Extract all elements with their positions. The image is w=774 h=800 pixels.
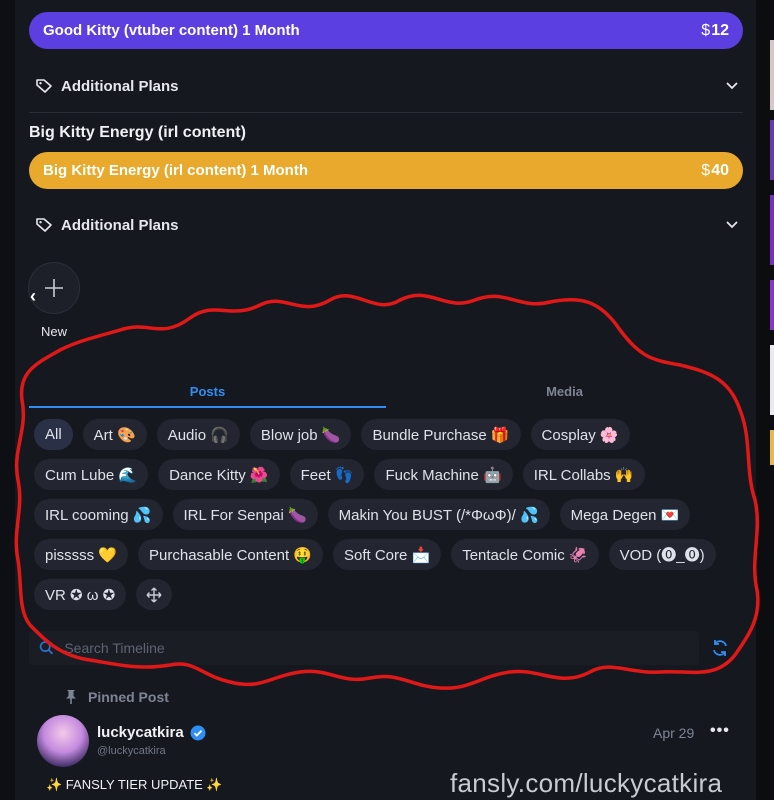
username: luckycatkira xyxy=(97,724,184,741)
post-date: Apr 29 xyxy=(653,725,695,741)
plus-icon xyxy=(45,279,63,297)
chevron-down-icon xyxy=(726,82,738,90)
plan-price: $40 xyxy=(701,161,729,179)
post-text: ✨ FANSLY TIER UPDATE ✨ xyxy=(46,777,223,792)
edge-thumb-3 xyxy=(770,195,774,265)
chevron-down-icon xyxy=(726,221,738,229)
tag-chip[interactable]: Dance Kitty 🌺 xyxy=(158,459,280,490)
edge-thumb-2 xyxy=(770,120,774,180)
reorder-tags-button[interactable] xyxy=(136,579,173,610)
tag-chip[interactable]: pisssss 💛 xyxy=(34,539,129,570)
tag-chip[interactable]: Cosplay 🌸 xyxy=(530,419,630,450)
plan-price: $12 xyxy=(701,21,729,39)
tag-chip[interactable]: All xyxy=(34,419,73,450)
tag-chip[interactable]: IRL For Senpai 🍆 xyxy=(172,499,318,530)
right-gutter xyxy=(756,0,774,800)
search-input[interactable] xyxy=(62,639,689,657)
verified-badge-icon xyxy=(190,725,206,740)
plan-label: Good Kitty (vtuber content) 1 Month xyxy=(43,22,300,39)
tag-chip[interactable]: VOD (⓿_⓿) xyxy=(608,539,716,570)
edge-thumb-4 xyxy=(770,280,774,330)
edge-thumb-5 xyxy=(770,345,774,415)
refresh-icon[interactable] xyxy=(710,638,730,658)
tag-chip[interactable]: Cum Lube 🌊 xyxy=(34,459,149,490)
tag-chip[interactable]: Bundle Purchase 🎁 xyxy=(361,419,521,450)
subscribe-plan-button[interactable]: Big Kitty Energy (irl content) 1 Month $… xyxy=(29,152,743,189)
tag-chip[interactable]: Fuck Machine 🤖 xyxy=(374,459,513,490)
tag-chip[interactable]: IRL Collabs 🙌 xyxy=(522,459,645,490)
new-story-label: New xyxy=(41,324,68,339)
additional-plans-label: Additional Plans xyxy=(61,216,179,234)
additional-plans-toggle[interactable]: Additional Plans xyxy=(29,68,743,104)
tag-chip[interactable]: Audio 🎧 xyxy=(156,419,240,450)
pinned-post-label: Pinned Post xyxy=(88,689,169,705)
edge-thumb-6 xyxy=(770,430,774,465)
post-author[interactable]: luckycatkira xyxy=(97,724,206,741)
tag-filter-list: All Art 🎨 Audio 🎧 Blow job 🍆 Bundle Purc… xyxy=(34,419,746,610)
move-icon xyxy=(146,587,162,602)
tag-chip[interactable]: Soft Core 📩 xyxy=(332,539,442,570)
avatar[interactable] xyxy=(37,715,89,767)
subscribe-plan-button[interactable]: Good Kitty (vtuber content) 1 Month $12 xyxy=(29,12,743,49)
pin-icon xyxy=(66,690,76,704)
more-options-icon[interactable]: ••• xyxy=(710,722,730,740)
tag-chip[interactable]: Art 🎨 xyxy=(82,419,147,450)
tag-chip[interactable]: Blow job 🍆 xyxy=(249,419,352,450)
tag-chip[interactable]: Feet 👣 xyxy=(289,459,365,490)
content-tabs: Posts Media xyxy=(29,374,743,408)
scroll-left-icon[interactable]: ‹ xyxy=(30,286,36,307)
tag-chip[interactable]: VR ✪ ω ✪ xyxy=(34,579,127,610)
tab-media[interactable]: Media xyxy=(386,374,743,408)
tab-posts[interactable]: Posts xyxy=(29,374,386,408)
tag-chip[interactable]: Tentacle Comic 🦑 xyxy=(451,539,599,570)
timeline-search xyxy=(29,631,699,665)
tag-icon xyxy=(36,218,52,232)
additional-plans-toggle[interactable]: Additional Plans xyxy=(29,207,743,243)
tag-chip[interactable]: Mega Degen 💌 xyxy=(559,499,691,530)
tag-chip[interactable]: Purchasable Content 🤑 xyxy=(138,539,323,570)
edge-thumb-1 xyxy=(770,40,774,110)
tag-chip[interactable]: IRL cooming 💦 xyxy=(34,499,163,530)
tag-chip[interactable]: Makin You BUST (/*ΦωΦ)/ 💦 xyxy=(327,499,550,530)
additional-plans-label: Additional Plans xyxy=(61,77,179,95)
tag-icon xyxy=(36,79,52,93)
plan-label: Big Kitty Energy (irl content) 1 Month xyxy=(43,162,308,179)
user-handle: @luckycatkira xyxy=(97,745,166,757)
watermark: fansly.com/luckycatkira xyxy=(450,768,723,798)
divider xyxy=(29,112,743,113)
search-icon xyxy=(39,641,54,655)
plan-title: Big Kitty Energy (irl content) xyxy=(29,124,246,141)
pinned-post-header: Pinned Post xyxy=(64,689,169,705)
